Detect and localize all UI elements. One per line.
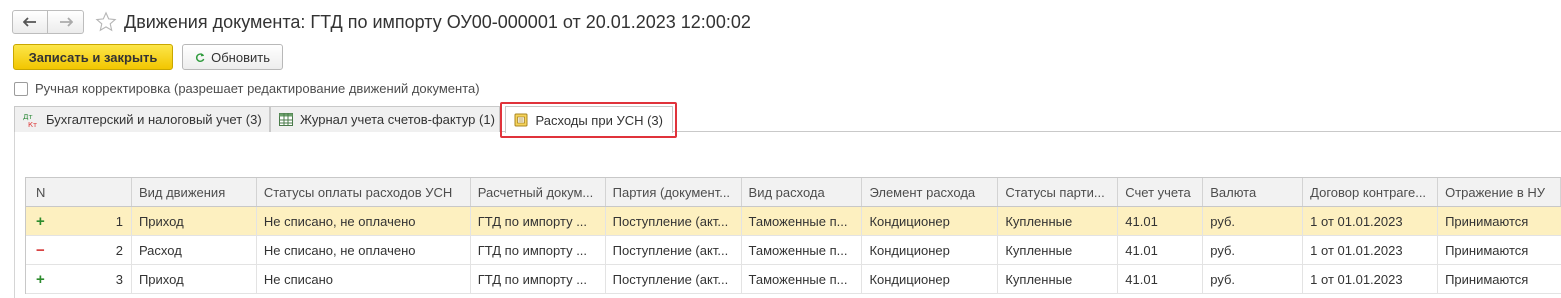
movement-cell[interactable]: Расход bbox=[132, 236, 257, 264]
refresh-button-label: Обновить bbox=[211, 49, 270, 65]
column-header-n[interactable]: N bbox=[26, 178, 132, 206]
row-number-cell: +1 bbox=[26, 207, 132, 235]
batch-status-cell[interactable]: Купленные bbox=[998, 207, 1119, 235]
payment-status-cell[interactable]: Не списано, не оплачено bbox=[257, 207, 471, 235]
highlight-frame bbox=[500, 102, 677, 138]
account-cell[interactable]: 41.01 bbox=[1118, 207, 1204, 235]
star-icon bbox=[95, 11, 117, 32]
svg-text:Кт: Кт bbox=[28, 121, 37, 128]
register-tabs: Дт Кт Бухгалтерский и налоговый учет (3) … bbox=[14, 106, 1561, 133]
tab-accounting-label: Бухгалтерский и налоговый учет (3) bbox=[46, 112, 262, 127]
table-row[interactable]: −2 Расход Не списано, не оплачено ГТД по… bbox=[26, 236, 1561, 265]
row-number: 3 bbox=[115, 271, 123, 287]
tab-invoice-journal[interactable]: Журнал учета счетов-фактур (1) bbox=[270, 106, 500, 132]
column-header-batch[interactable]: Партия (документ... bbox=[606, 178, 742, 206]
row-number: 2 bbox=[115, 242, 123, 258]
page-title: Движения документа: ГТД по импорту ОУ00-… bbox=[124, 11, 751, 32]
table-icon bbox=[279, 112, 293, 128]
batch-cell[interactable]: Поступление (акт... bbox=[606, 236, 742, 264]
column-header-contract[interactable]: Договор контраге... bbox=[1303, 178, 1439, 206]
batch-cell[interactable]: Поступление (акт... bbox=[606, 207, 742, 235]
save-and-close-button[interactable]: Записать и закрыть bbox=[13, 44, 173, 70]
column-header-batch-status[interactable]: Статусы парти... bbox=[998, 178, 1119, 206]
dt-kt-icon: Дт Кт bbox=[23, 112, 39, 128]
row-number-cell: +3 bbox=[26, 265, 132, 293]
title-bar: Движения документа: ГТД по импорту ОУ00-… bbox=[12, 9, 751, 35]
settlement-doc-cell[interactable]: ГТД по импорту ... bbox=[471, 207, 606, 235]
manual-edit-row: Ручная корректировка (разрешает редактир… bbox=[14, 81, 480, 96]
table-row[interactable]: +3 Приход Не списано ГТД по импорту ... … bbox=[26, 265, 1561, 294]
column-header-expense-type[interactable]: Вид расхода bbox=[742, 178, 863, 206]
movements-table: N Вид движения Статусы оплаты расходов У… bbox=[25, 177, 1561, 294]
refresh-icon bbox=[195, 52, 205, 62]
expense-type-cell[interactable]: Таможенные п... bbox=[742, 236, 863, 264]
currency-cell[interactable]: руб. bbox=[1203, 265, 1304, 293]
tab-invoice-journal-label: Журнал учета счетов-фактур (1) bbox=[300, 112, 495, 127]
batch-status-cell[interactable]: Купленные bbox=[998, 265, 1119, 293]
column-header-movement[interactable]: Вид движения bbox=[132, 178, 257, 206]
payment-status-cell[interactable]: Не списано, не оплачено bbox=[257, 236, 471, 264]
expense-item-cell[interactable]: Кондиционер bbox=[862, 236, 999, 264]
account-cell[interactable]: 41.01 bbox=[1118, 236, 1204, 264]
arrow-left-icon bbox=[23, 17, 36, 27]
income-sign-icon: + bbox=[36, 212, 45, 230]
settlement-doc-cell[interactable]: ГТД по импорту ... bbox=[471, 236, 606, 264]
nu-cell[interactable]: Принимаются bbox=[1438, 265, 1561, 293]
movement-cell[interactable]: Приход bbox=[132, 265, 257, 293]
contract-cell[interactable]: 1 от 01.01.2023 bbox=[1303, 236, 1439, 264]
movement-cell[interactable]: Приход bbox=[132, 207, 257, 235]
manual-edit-checkbox[interactable] bbox=[14, 81, 28, 96]
favorite-button[interactable] bbox=[94, 10, 118, 34]
command-bar: Записать и закрыть Обновить bbox=[13, 44, 283, 70]
nu-cell[interactable]: Принимаются bbox=[1438, 207, 1561, 235]
column-header-account[interactable]: Счет учета bbox=[1118, 178, 1204, 206]
contract-cell[interactable]: 1 от 01.01.2023 bbox=[1303, 265, 1439, 293]
currency-cell[interactable]: руб. bbox=[1203, 236, 1304, 264]
arrow-right-icon bbox=[59, 17, 73, 27]
currency-cell[interactable]: руб. bbox=[1203, 207, 1304, 235]
expense-item-cell[interactable]: Кондиционер bbox=[862, 265, 999, 293]
column-header-settlement-doc[interactable]: Расчетный докум... bbox=[471, 178, 606, 206]
panel-border bbox=[14, 132, 15, 298]
row-number-cell: −2 bbox=[26, 236, 132, 264]
expense-sign-icon: − bbox=[36, 241, 45, 259]
column-header-expense-item[interactable]: Элемент расхода bbox=[862, 178, 999, 206]
back-button[interactable] bbox=[12, 10, 48, 34]
settlement-doc-cell[interactable]: ГТД по импорту ... bbox=[471, 265, 606, 293]
column-header-currency[interactable]: Валюта bbox=[1203, 178, 1304, 206]
expense-type-cell[interactable]: Таможенные п... bbox=[742, 265, 863, 293]
tab-accounting[interactable]: Дт Кт Бухгалтерский и налоговый учет (3) bbox=[14, 106, 270, 132]
nu-cell[interactable]: Принимаются bbox=[1438, 236, 1561, 264]
forward-button[interactable] bbox=[48, 10, 84, 34]
income-sign-icon: + bbox=[36, 270, 45, 288]
batch-cell[interactable]: Поступление (акт... bbox=[606, 265, 742, 293]
manual-edit-label[interactable]: Ручная корректировка (разрешает редактир… bbox=[35, 81, 480, 96]
refresh-button[interactable]: Обновить bbox=[182, 44, 283, 70]
payment-status-cell[interactable]: Не списано bbox=[257, 265, 471, 293]
row-number: 1 bbox=[115, 213, 123, 229]
account-cell[interactable]: 41.01 bbox=[1118, 265, 1204, 293]
column-header-nu[interactable]: Отражение в НУ bbox=[1438, 178, 1561, 206]
svg-text:Дт: Дт bbox=[23, 113, 33, 121]
contract-cell[interactable]: 1 от 01.01.2023 bbox=[1303, 207, 1439, 235]
batch-status-cell[interactable]: Купленные bbox=[998, 236, 1119, 264]
table-row[interactable]: +1 Приход Не списано, не оплачено ГТД по… bbox=[26, 207, 1561, 236]
expense-type-cell[interactable]: Таможенные п... bbox=[742, 207, 863, 235]
table-header: N Вид движения Статусы оплаты расходов У… bbox=[26, 178, 1561, 207]
expense-item-cell[interactable]: Кондиционер bbox=[862, 207, 999, 235]
column-header-payment-status[interactable]: Статусы оплаты расходов УСН bbox=[257, 178, 471, 206]
